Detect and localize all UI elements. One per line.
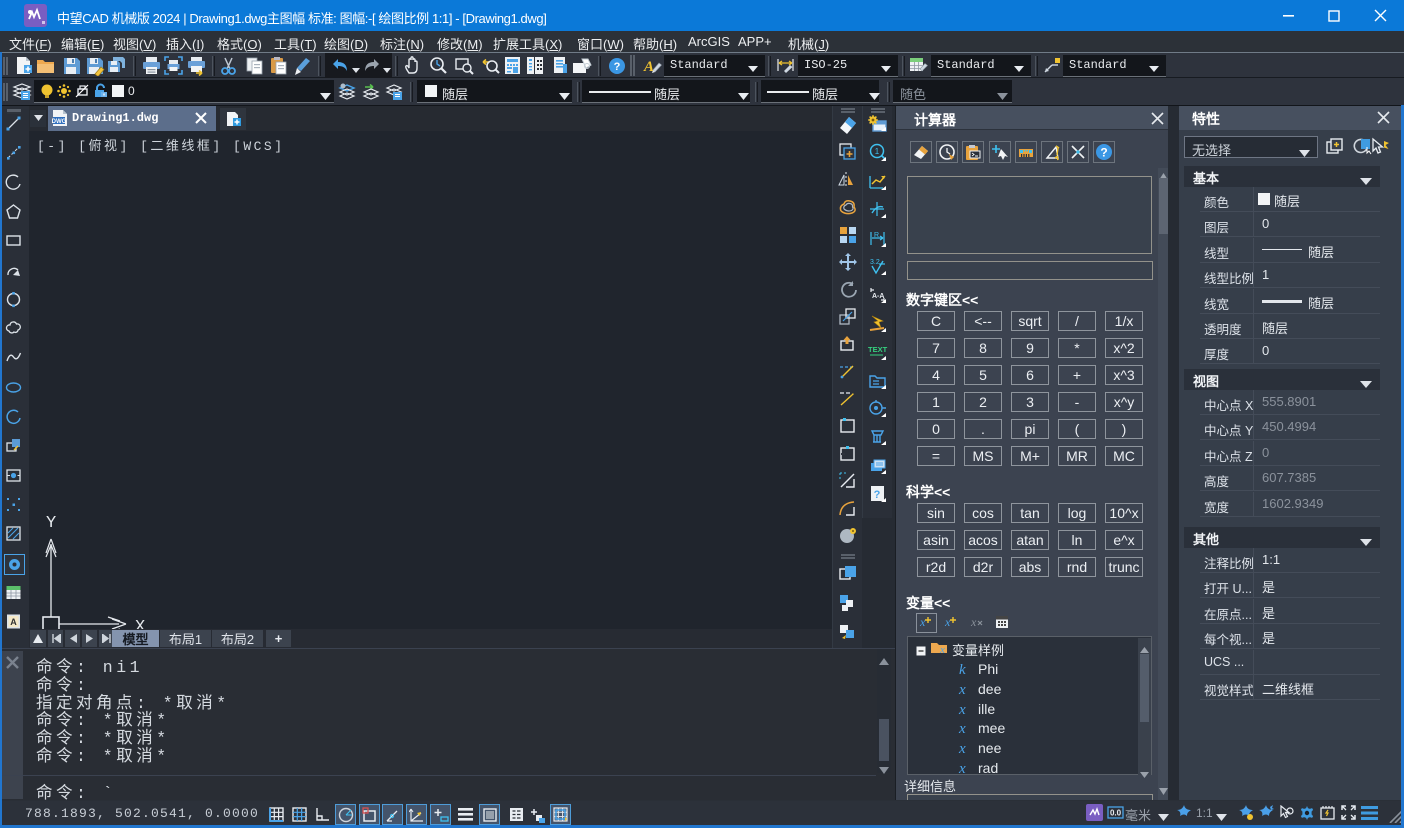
svg-text:x: x: [958, 721, 966, 736]
svg-text:x: x: [958, 682, 966, 697]
svg-text:x: x: [944, 615, 951, 629]
svg-text:?: ?: [1101, 146, 1108, 160]
svg-text:?: ?: [614, 61, 621, 73]
svg-text:k: k: [959, 662, 966, 677]
svg-text:0.0: 0.0: [1110, 809, 1122, 818]
svg-text:3.2: 3.2: [870, 259, 880, 266]
svg-text:TEXT: TEXT: [868, 345, 888, 354]
svg-text:1: 1: [875, 147, 880, 156]
svg-text:DWG: DWG: [52, 119, 67, 125]
svg-text:R: R: [874, 232, 879, 239]
svg-text:?: ?: [874, 489, 881, 501]
svg-text:Y: Y: [46, 514, 56, 533]
svg-text:x: x: [919, 615, 926, 629]
svg-text:x: x: [958, 761, 966, 776]
svg-text:x: x: [958, 702, 966, 717]
svg-text:x: x: [958, 741, 966, 756]
svg-text:A: A: [10, 617, 17, 627]
svg-text:x: x: [939, 644, 945, 654]
svg-text:A-A: A-A: [872, 293, 884, 300]
svg-text:x: x: [970, 615, 977, 629]
